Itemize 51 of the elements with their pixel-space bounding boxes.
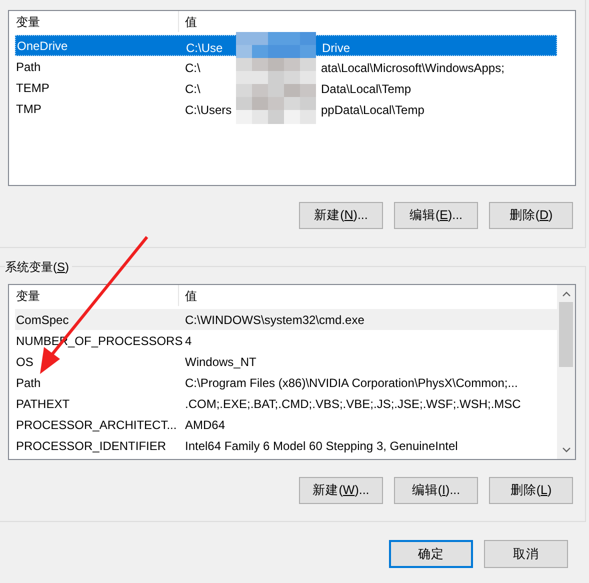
variable-name: PROCESSOR_ARCHITECT... (15, 416, 178, 434)
column-header[interactable]: 变量 (9, 285, 179, 306)
group-title: 系统变量(S) (5, 258, 72, 276)
button[interactable]: 确定 (389, 540, 473, 568)
variable-name: Path (15, 58, 42, 76)
list-row[interactable]: PATHEXT .COM;.EXE;.BAT;.CMD;.VBS;.VBE;.JS;.JSE;.WSF;.WSH;.MSC (15, 393, 557, 414)
variable-value: C:\ (185, 81, 200, 98)
variable-name: ComSpec (15, 312, 70, 328)
button[interactable]: 新建(W)... (299, 477, 383, 504)
list-row[interactable]: OS Windows_NT (15, 351, 557, 372)
scroll-up-icon[interactable] (562, 291, 570, 297)
button[interactable]: 编辑(I)... (394, 477, 478, 504)
scrollbar-thumb[interactable] (559, 302, 573, 367)
list-row[interactable]: PROCESSOR_IDENTIFIER Intel64 Family 6 Model 60 Stepping 3, GenuineIntel (15, 435, 557, 456)
scroll-down-icon[interactable] (562, 447, 570, 453)
variable-name: TMP (15, 100, 42, 118)
variable-value: C:\Program Files (x86)\NVIDIA Corporation\PhysX\Common;... (184, 374, 518, 392)
variable-value: ata\Local\Microsoft\WindowsApps; (321, 60, 504, 77)
variable-value: C:\Users (185, 102, 232, 119)
variable-value: Windows_NT (184, 354, 256, 370)
variable-value: C:\Use (186, 40, 223, 57)
variable-name: Path (15, 374, 42, 392)
list-row[interactable]: TMP C:\Users ppData\Local\Temp (15, 98, 557, 119)
column-header[interactable]: 值 (179, 11, 557, 32)
variable-value: C:\WINDOWS\system32\cmd.exe (184, 312, 364, 328)
button[interactable]: 删除(D) (489, 202, 573, 229)
variable-value: 4 (184, 332, 192, 350)
variable-value: Intel64 Family 6 Model 60 Stepping 3, GenuineIntel (184, 438, 458, 454)
list-row[interactable]: PROCESSOR_ARCHITECT... AMD64 (15, 414, 557, 435)
list-row[interactable]: TEMP C:\ Data\Local\Temp (15, 77, 557, 98)
variable-name: PATHEXT (15, 396, 71, 412)
variable-value: ppData\Local\Temp (321, 102, 424, 119)
button[interactable]: 取消 (484, 540, 568, 568)
variable-value: Drive (322, 40, 350, 57)
variable-value: C:\ (185, 60, 200, 77)
list-row[interactable]: ComSpec C:\WINDOWS\system32\cmd.exe (15, 309, 557, 330)
scrollbar[interactable] (557, 285, 575, 459)
variable-value: .COM;.EXE;.BAT;.CMD;.VBS;.VBE;.JS;.JSE;.WSF;.WSH;.MSC (184, 396, 521, 412)
list-row[interactable]: Path C:\ ata\Local\Microsoft\WindowsApps; (15, 56, 557, 77)
button[interactable]: 新建(N)... (299, 202, 383, 229)
variable-value: Data\Local\Temp (321, 81, 412, 98)
column-header[interactable]: 值 (179, 285, 557, 306)
variable-value: AMD64 (184, 416, 226, 434)
button[interactable]: 编辑(E)... (394, 202, 478, 229)
variable-name: OneDrive (16, 38, 69, 54)
variable-name: OS (15, 354, 34, 370)
variable-name: TEMP (15, 80, 50, 96)
button[interactable]: 删除(L) (489, 477, 573, 504)
column-header[interactable]: 变量 (9, 11, 179, 32)
list-row[interactable]: Path C:\Program Files (x86)\NVIDIA Corporation\PhysX\Common;... (15, 372, 557, 393)
variable-name: PROCESSOR_IDENTIFIER (15, 438, 168, 454)
